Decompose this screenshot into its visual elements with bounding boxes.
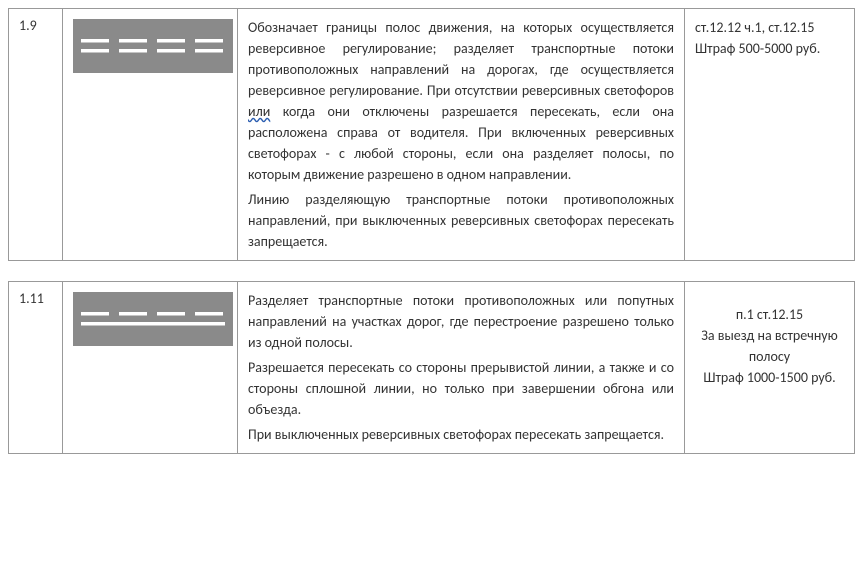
- table-row: 1.9 Обозначает границы полос движения, н…: [9, 9, 855, 261]
- penalty-article: п.1 ст.12.15: [695, 304, 844, 325]
- road-marking-solid-dashed-icon: [73, 292, 233, 346]
- spacer: [8, 261, 855, 281]
- penalty-cell: п.1 ст.12.15 За выезд на встречную полос…: [685, 282, 855, 454]
- penalty-fine: Штраф 1000-1500 руб.: [695, 367, 844, 388]
- penalty-reason: За выезд на встречную полосу: [695, 325, 844, 367]
- marking-number: 1.9: [19, 17, 37, 34]
- marking-image-cell: [63, 282, 238, 454]
- road-markings-table-1: 1.9 Обозначает границы полос движения, н…: [8, 8, 855, 261]
- description-text: Разделяет транспортные потоки противопол…: [248, 292, 674, 351]
- marking-number: 1.11: [19, 290, 44, 307]
- description-paragraph: Разрешается пересекать со стороны прерыв…: [248, 357, 674, 420]
- description-text: когда они отключены разрешается пересека…: [248, 103, 674, 183]
- road-markings-table-2: 1.11 Разделяет транспортные потоки проти…: [8, 281, 855, 454]
- marking-image-cell: [63, 9, 238, 261]
- wavy-underline-text: или: [248, 103, 270, 120]
- marking-description-cell: Обозначает границы полос движения, на ко…: [238, 9, 685, 261]
- marking-description-cell: Разделяет транспортные потоки противопол…: [238, 282, 685, 454]
- description-text: При выключенных реверсивных светофорах п…: [248, 426, 664, 443]
- description-paragraph: При выключенных реверсивных светофорах п…: [248, 424, 674, 445]
- marking-number-cell: 1.11: [9, 282, 63, 454]
- description-text: Разрешается пересекать со стороны прерыв…: [248, 359, 674, 418]
- penalty-fine: Штраф 500-5000 руб.: [695, 38, 844, 59]
- description-paragraph: Разделяет транспортные потоки противопол…: [248, 290, 674, 353]
- description-text: Обозначает границы полос движения, на ко…: [248, 19, 674, 99]
- penalty-article: ст.12.12 ч.1, ст.12.15: [695, 17, 844, 38]
- table-row: 1.11 Разделяет транспортные потоки проти…: [9, 282, 855, 454]
- penalty-cell: ст.12.12 ч.1, ст.12.15 Штраф 500-5000 ру…: [685, 9, 855, 261]
- marking-number-cell: 1.9: [9, 9, 63, 261]
- description-paragraph: Обозначает границы полос движения, на ко…: [248, 17, 674, 185]
- description-paragraph: Линию разделяющую транспортные потоки пр…: [248, 189, 674, 252]
- description-text: Линию разделяющую транспортные потоки пр…: [248, 191, 674, 250]
- road-marking-double-dashed-icon: [73, 19, 233, 73]
